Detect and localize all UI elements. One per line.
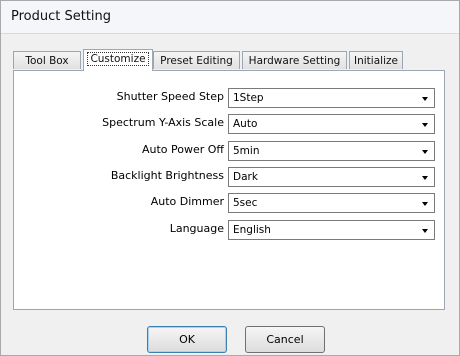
select-value: 5min <box>233 145 260 157</box>
setting-label: Backlight Brightness <box>110 169 224 182</box>
language-select[interactable]: English <box>228 220 435 240</box>
setting-row-auto-power-off: Auto Power Off 5min <box>14 141 444 161</box>
dropdown-arrow-icon[interactable] <box>422 202 428 206</box>
tab-preset-editing[interactable]: Preset Editing <box>153 51 240 69</box>
setting-row-auto-dimmer: Auto Dimmer 5sec <box>14 193 444 213</box>
dropdown-arrow-icon[interactable] <box>422 150 428 154</box>
setting-row-backlight-brightness: Backlight Brightness Dark <box>14 167 444 187</box>
shutter-speed-step-select[interactable]: 1Step <box>228 88 435 108</box>
setting-label: Spectrum Y-Axis Scale <box>102 116 224 129</box>
tab-label: Tool Box <box>25 55 69 67</box>
cancel-button[interactable]: Cancel <box>245 326 325 353</box>
tab-label: Customize <box>87 52 149 66</box>
setting-label: Auto Power Off <box>141 143 224 156</box>
setting-label: Auto Dimmer <box>150 195 224 208</box>
tab-label: Preset Editing <box>160 55 233 67</box>
tab-label: Initialize <box>354 55 398 67</box>
window-title: Product Setting <box>11 9 112 24</box>
setting-label: Shutter Speed Step <box>116 90 224 103</box>
tab-tool-box[interactable]: Tool Box <box>13 51 81 69</box>
dropdown-arrow-icon[interactable] <box>422 176 428 180</box>
tab-initialize[interactable]: Initialize <box>349 51 403 69</box>
setting-row-shutter-speed-step: Shutter Speed Step 1Step <box>14 88 444 108</box>
select-value: 5sec <box>233 197 258 209</box>
product-setting-window: Product Setting Tool Box Customize Prese… <box>0 0 460 356</box>
tab-hardware-setting[interactable]: Hardware Setting <box>242 51 347 69</box>
select-value: English <box>233 224 271 236</box>
select-value: 1Step <box>233 92 264 104</box>
auto-dimmer-select[interactable]: 5sec <box>228 193 435 213</box>
tab-customize[interactable]: Customize <box>83 49 153 71</box>
spectrum-y-axis-scale-select[interactable]: Auto <box>228 114 435 134</box>
backlight-brightness-select[interactable]: Dark <box>228 167 435 187</box>
setting-row-language: Language English <box>14 220 444 240</box>
dropdown-arrow-icon[interactable] <box>422 123 428 127</box>
setting-row-spectrum-y-axis-scale: Spectrum Y-Axis Scale Auto <box>14 114 444 134</box>
select-value: Dark <box>233 171 258 183</box>
ok-button[interactable]: OK <box>147 326 227 353</box>
auto-power-off-select[interactable]: 5min <box>228 141 435 161</box>
tab-label: Hardware Setting <box>248 55 341 67</box>
dropdown-arrow-icon[interactable] <box>422 229 428 233</box>
customize-panel: Shutter Speed Step 1Step Spectrum Y-Axis… <box>13 70 445 310</box>
title-bar[interactable]: Product Setting <box>1 1 459 34</box>
select-value: Auto <box>233 118 258 130</box>
dropdown-arrow-icon[interactable] <box>422 97 428 101</box>
setting-label: Language <box>169 222 224 235</box>
